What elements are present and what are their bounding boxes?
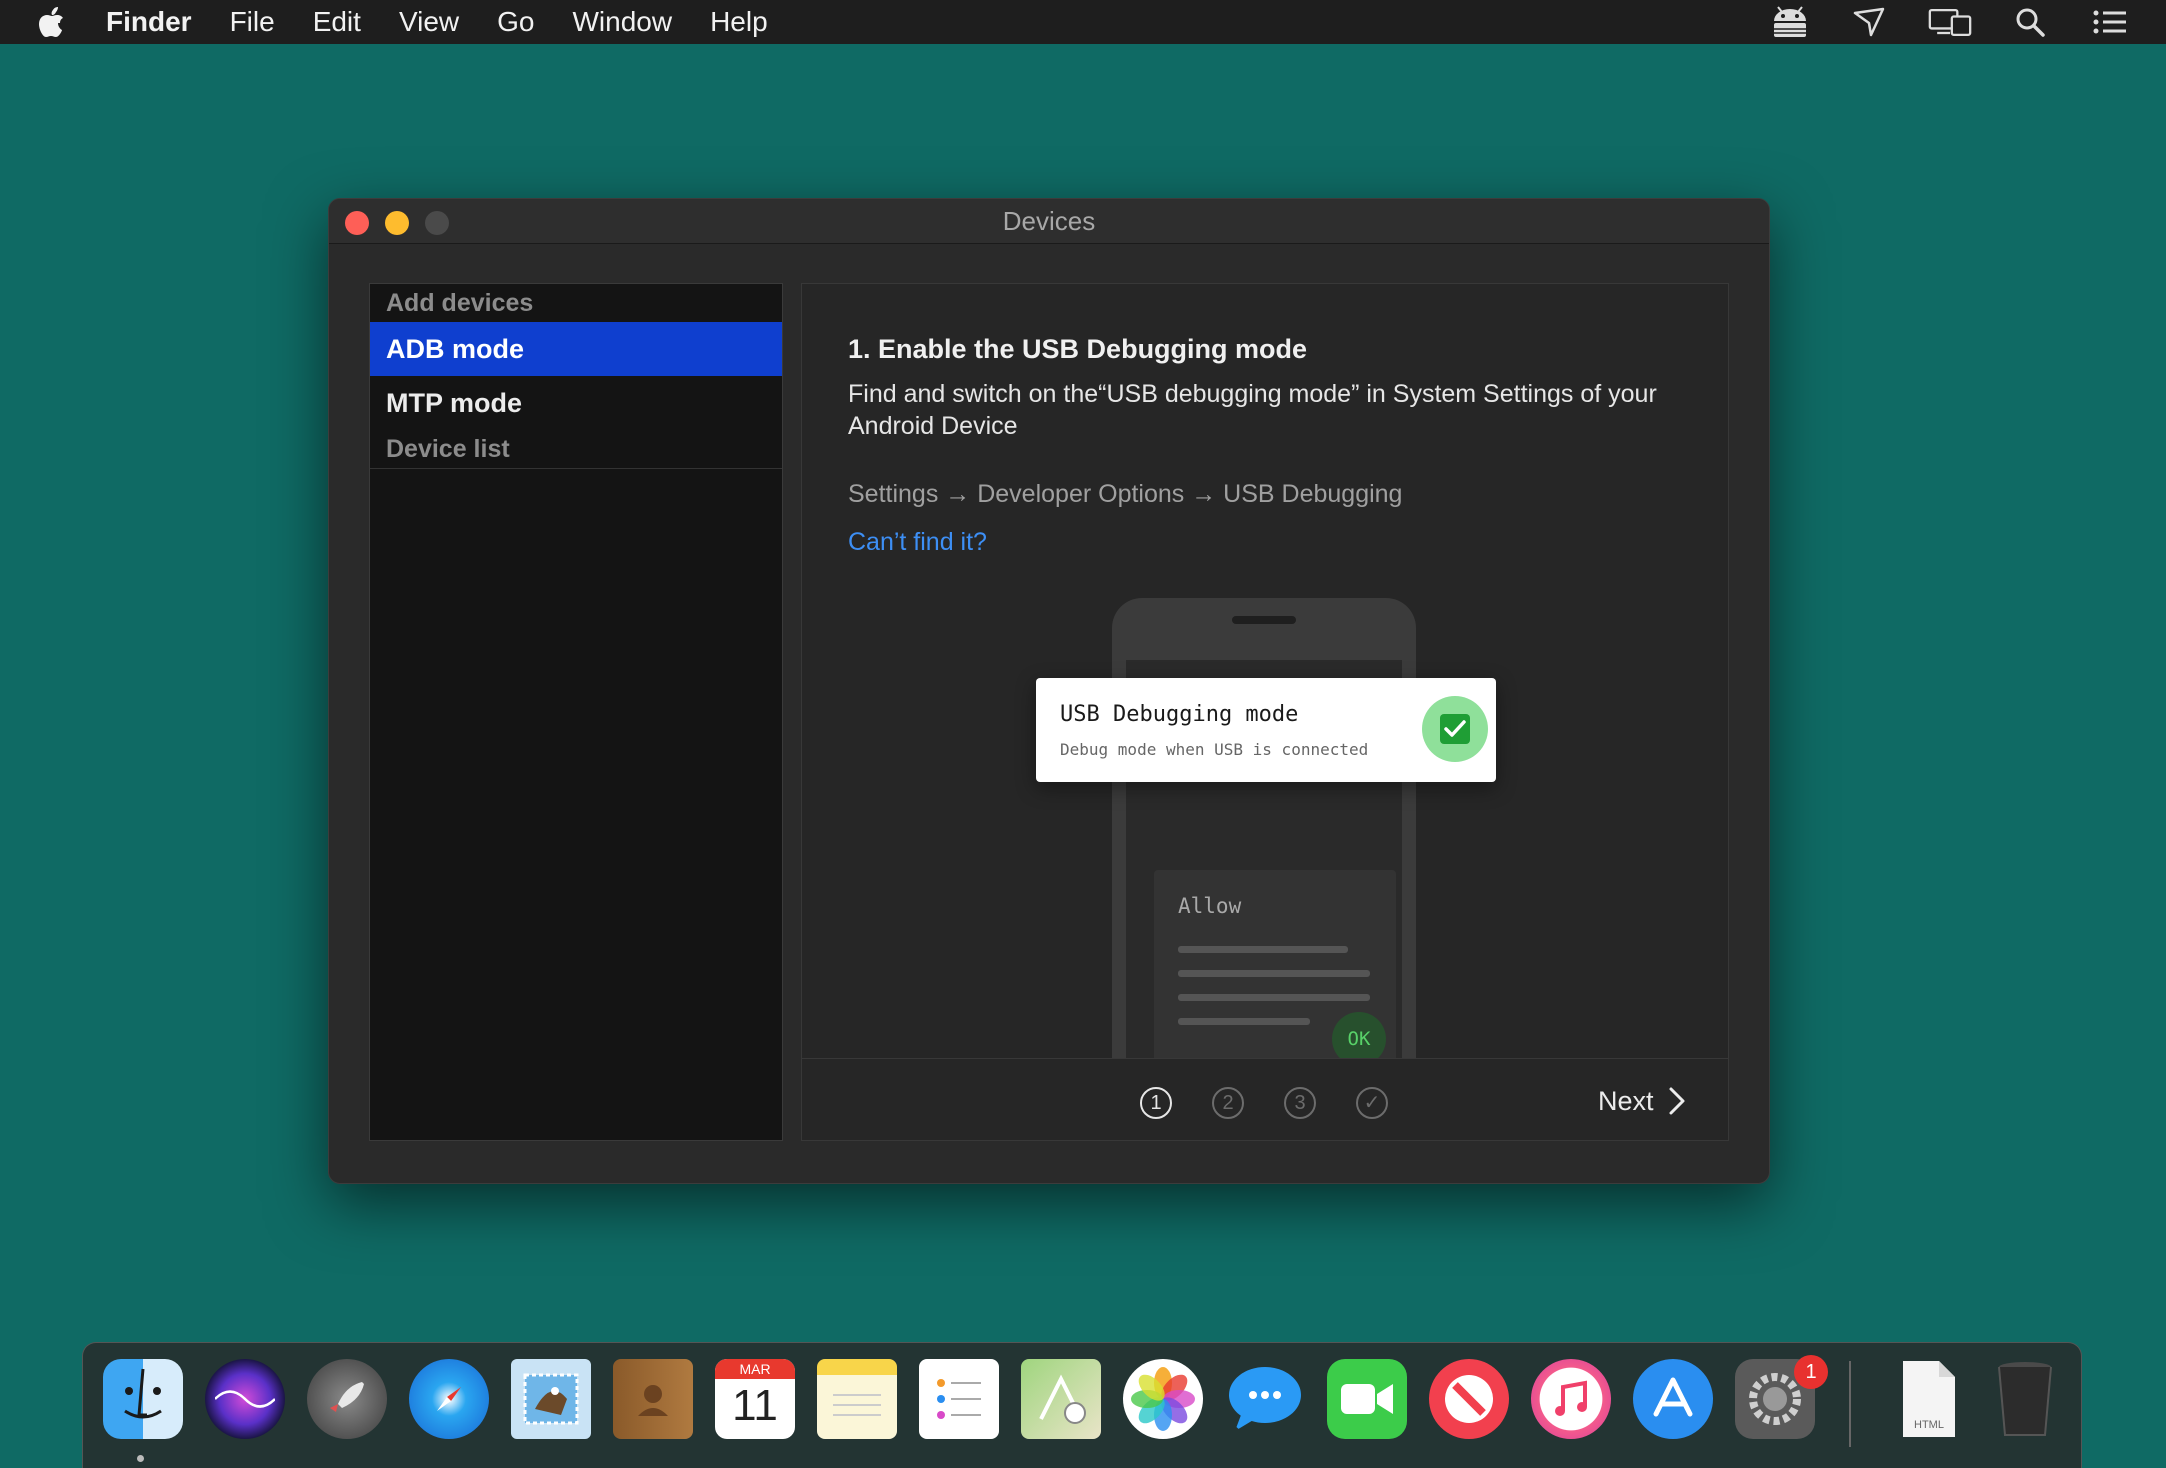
step-dot-1: 1 [1140,1087,1172,1119]
dock-separator [1849,1361,1851,1447]
sidebar-item-adb-mode[interactable]: ADB mode [370,322,782,376]
safari-icon[interactable] [409,1359,489,1439]
usb-card-title: USB Debugging mode [1060,702,1299,727]
menu-file[interactable]: File [230,0,275,44]
search-icon[interactable] [2008,4,2052,40]
checkbox-checked-icon [1422,696,1488,762]
menu-help[interactable]: Help [710,0,768,44]
allow-label: Allow [1178,894,1242,918]
calendar-day: 11 [732,1381,778,1430]
menu-app-name[interactable]: Finder [106,0,192,44]
sidebar: Add devices ADB mode MTP mode Device lis… [369,283,783,1141]
photos-icon[interactable] [1123,1359,1203,1439]
calendar-icon[interactable]: MAR 11 [715,1359,795,1439]
allow-dialog: Allow OK [1154,870,1396,1078]
messages-icon[interactable] [1225,1359,1305,1439]
cant-find-it-link[interactable]: Can’t find it? [848,528,987,557]
mail-icon[interactable] [511,1359,591,1439]
menu-view[interactable]: View [399,0,459,44]
next-button-label: Next [1598,1085,1654,1116]
reminders-icon[interactable] [919,1359,999,1439]
step-dot-2: 2 [1212,1087,1244,1119]
contacts-icon[interactable] [613,1359,693,1439]
news-icon[interactable] [1429,1359,1509,1439]
menu-window[interactable]: Window [572,0,672,44]
display-icon[interactable] [1928,4,1972,40]
step-title: 1. Enable the USB Debugging mode [848,334,1308,364]
window-title: Devices [1002,206,1096,236]
chevron-right-icon [1669,1087,1685,1115]
html-file-icon[interactable]: HTML [1889,1359,1969,1439]
sidebar-item-mtp-mode[interactable]: MTP mode [370,376,782,430]
running-indicator [137,1455,144,1462]
finder-icon[interactable] [103,1359,183,1439]
facetime-icon[interactable] [1327,1359,1407,1439]
placeholder-line [1178,970,1370,977]
list-icon[interactable] [2088,4,2132,40]
usb-debugging-card: USB Debugging mode Debug mode when USB i… [1036,678,1496,782]
phone-illustration: Allow OK [1112,598,1416,1078]
android-icon[interactable] [1768,4,1812,40]
placeholder-line [1178,1018,1310,1025]
airplay-icon[interactable] [1848,4,1892,40]
sidebar-header: Add devices [386,289,534,317]
step-description: Find and switch on the“USB debugging mod… [848,380,1657,440]
launchpad-icon[interactable] [307,1359,387,1439]
html-file-label: HTML [1914,1419,1944,1431]
dock: MAR 11 1 HTML [82,1342,2082,1468]
calendar-month: MAR [715,1359,795,1379]
apple-menu-icon[interactable] [34,0,68,44]
phone-speaker [1232,616,1296,624]
title-bar[interactable]: Devices [329,199,1769,244]
notes-icon[interactable] [817,1359,897,1439]
menu-edit[interactable]: Edit [313,0,361,44]
music-icon[interactable] [1531,1359,1611,1439]
maps-icon[interactable] [1021,1359,1101,1439]
wizard-footer: 1 2 3 ✓ Next [802,1058,1728,1140]
placeholder-line [1178,946,1348,953]
next-button[interactable]: Next [1598,1081,1686,1121]
devices-window: Devices Add devices ADB mode MTP mode De… [328,198,1770,1184]
placeholder-line [1178,994,1370,1001]
main-panel: 1. Enable the USB Debugging mode Find an… [801,283,1729,1141]
menu-go[interactable]: Go [497,0,534,44]
step-indicator: 1 2 3 ✓ [1140,1087,1388,1119]
siri-icon[interactable] [205,1359,285,1439]
settings-path: Settings → Developer Options → USB Debug… [848,480,1403,508]
notification-badge: 1 [1794,1355,1828,1389]
menu-bar: Finder File Edit View Go Window Help [0,0,2166,44]
sidebar-section-device-list: Device list [370,430,782,469]
app-store-icon[interactable] [1633,1359,1713,1439]
trash-icon[interactable] [1985,1359,2065,1439]
step-dot-3: 3 [1284,1087,1316,1119]
usb-card-subtitle: Debug mode when USB is connected [1060,740,1369,759]
step-dot-done: ✓ [1356,1087,1388,1119]
